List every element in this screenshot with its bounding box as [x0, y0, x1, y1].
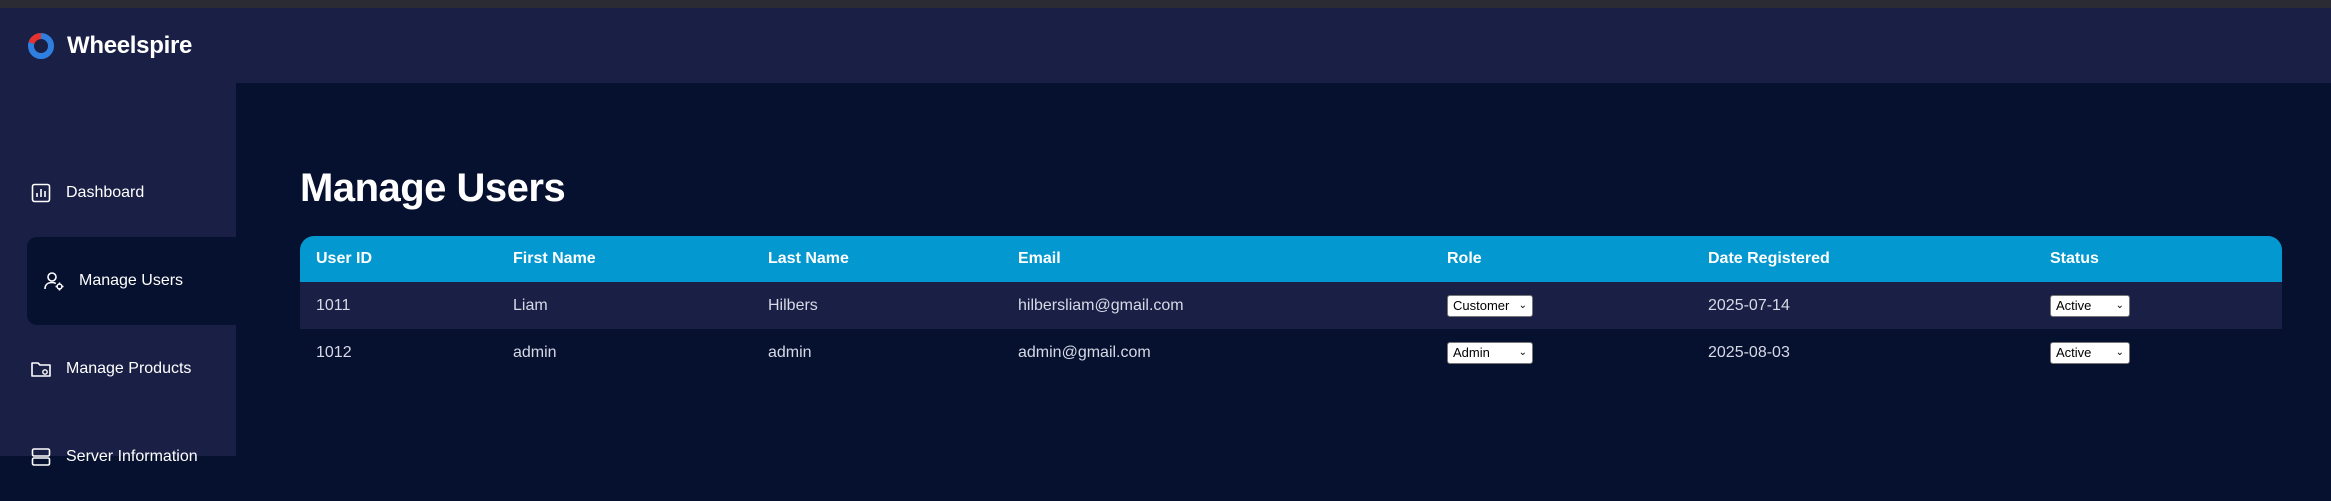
table-row: 1011 Liam Hilbers hilbersliam@gmail.com … [300, 282, 2282, 329]
sidebar-item-manage-users[interactable]: Manage Users [27, 237, 236, 325]
column-header-user-id: User ID [316, 250, 373, 267]
users-table: User ID First Name Last Name Email Role … [300, 236, 2282, 376]
sidebar-item-label: Manage Users [79, 272, 184, 289]
cell-role: Admin ⌄ [1431, 329, 1692, 376]
server-icon [31, 448, 51, 466]
role-select[interactable]: Admin ⌄ [1447, 341, 1533, 364]
status-select[interactable]: Active ⌄ [2050, 341, 2130, 364]
cell-status: Active ⌄ [2034, 282, 2282, 329]
window-top-strip [0, 0, 2331, 8]
sidebar: Dashboard Manage Users Manage Products S… [0, 83, 236, 466]
cell-last-name: admin [768, 343, 812, 361]
chevron-down-icon: ⌄ [1518, 347, 1527, 358]
cell-user-id: 1012 [316, 343, 352, 361]
chevron-down-icon: ⌄ [2115, 300, 2124, 311]
cell-first-name: Liam [513, 296, 548, 314]
cell-first-name: admin [513, 343, 557, 361]
sidebar-item-label: Manage Products [66, 360, 192, 377]
cell-last-name: Hilbers [768, 296, 818, 314]
table-row: 1012 admin admin admin@gmail.com Admin ⌄… [300, 329, 2282, 376]
status-select-value: Active [2056, 345, 2092, 360]
status-select-value: Active [2056, 298, 2092, 313]
sidebar-item-dashboard[interactable]: Dashboard [27, 149, 236, 237]
table-header-row: User ID First Name Last Name Email Role … [300, 236, 2282, 282]
main-content: Manage Users User ID First Name Last Nam… [236, 83, 2331, 456]
column-header-status: Status [2050, 250, 2099, 267]
cell-date-registered: 2025-08-03 [1708, 343, 1790, 361]
sidebar-item-label: Dashboard [66, 184, 145, 201]
column-header-first-name: First Name [513, 250, 596, 267]
cell-role: Customer ⌄ [1431, 282, 1692, 329]
sidebar-item-label: Server Information [66, 448, 198, 465]
top-header: Wheelspire [0, 8, 2331, 83]
chevron-down-icon: ⌄ [1518, 300, 1527, 311]
cell-user-id: 1011 [316, 296, 351, 314]
chevron-down-icon: ⌄ [2115, 347, 2124, 358]
status-select[interactable]: Active ⌄ [2050, 294, 2130, 317]
role-select-value: Admin [1453, 345, 1490, 360]
column-header-role: Role [1447, 250, 1482, 267]
sidebar-item-manage-products[interactable]: Manage Products [27, 325, 236, 413]
role-select[interactable]: Customer ⌄ [1447, 294, 1533, 317]
cell-email: admin@gmail.com [1018, 343, 1151, 361]
bar-chart-icon [31, 183, 51, 203]
column-header-date-registered: Date Registered [1708, 250, 1830, 267]
wheelspire-logo-icon [28, 32, 54, 59]
role-select-value: Customer [1453, 298, 1510, 313]
sidebar-item-server-information[interactable]: Server Information [27, 413, 236, 501]
brand-name: Wheelspire [67, 31, 193, 59]
brand-logo[interactable]: Wheelspire [27, 32, 192, 60]
user-gear-icon [44, 272, 64, 291]
cell-email: hilbersliam@gmail.com [1018, 296, 1184, 314]
cell-status: Active ⌄ [2034, 329, 2282, 376]
page-title: Manage Users [300, 166, 566, 210]
folder-gear-icon [31, 362, 51, 377]
column-header-email: Email [1018, 250, 1061, 267]
cell-date-registered: 2025-07-14 [1708, 296, 1790, 314]
column-header-last-name: Last Name [768, 250, 849, 267]
